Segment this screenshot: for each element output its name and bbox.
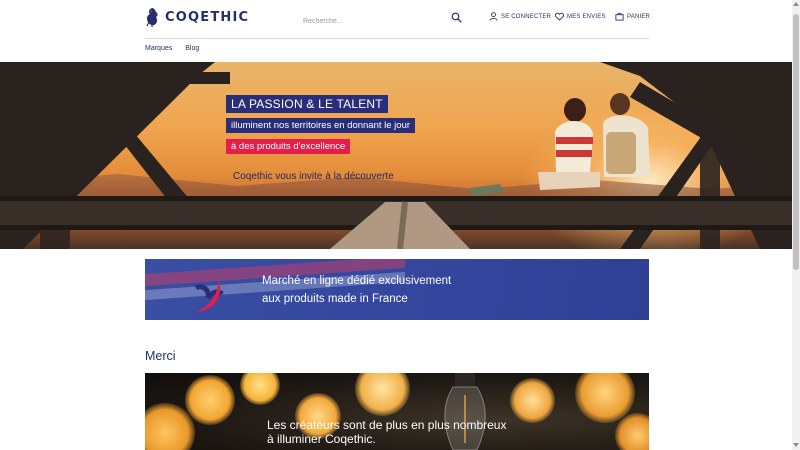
creators-line-1: Les créateurs sont de plus en plus nombr… bbox=[267, 418, 507, 432]
heart-icon bbox=[555, 12, 564, 21]
main-nav: Marques Blog bbox=[145, 45, 199, 52]
hero-title: LA PASSION & LE TALENT bbox=[226, 95, 388, 113]
login-link[interactable]: Se connecter bbox=[489, 12, 551, 21]
logo-text: COQETHIC bbox=[165, 9, 250, 25]
bokeh-light bbox=[355, 373, 410, 416]
logo[interactable]: COQETHIC bbox=[145, 7, 249, 27]
banner-line-1: Marché en ligne dédié exclusivement bbox=[262, 275, 452, 287]
hero-subtitle: Coqethic vous invite à la découverte bbox=[233, 171, 394, 182]
cart-link[interactable]: Panier bbox=[615, 12, 650, 21]
rooster-logo-icon bbox=[146, 8, 158, 27]
creators-line-2: à illuminer Coqethic. bbox=[267, 432, 376, 446]
wishlist-link[interactable]: Mes envies bbox=[555, 12, 606, 21]
search-input[interactable] bbox=[303, 12, 466, 31]
bokeh-light bbox=[510, 378, 555, 423]
scrollbar-thumb[interactable] bbox=[793, 14, 799, 270]
scroll-up-arrow-icon[interactable] bbox=[793, 2, 799, 6]
search-box[interactable] bbox=[303, 10, 466, 31]
site-header: COQETHIC Se connecter Mes envies Panier … bbox=[0, 0, 792, 62]
bokeh-light bbox=[185, 375, 235, 425]
coqethic-emblem-icon bbox=[194, 280, 224, 312]
banner-line-2: aux produits made in France bbox=[262, 293, 408, 305]
nav-item-marques[interactable]: Marques bbox=[145, 45, 172, 52]
bridge-structure bbox=[0, 62, 792, 249]
cart-label: Panier bbox=[627, 13, 651, 20]
search-icon[interactable] bbox=[451, 12, 462, 23]
hero-line-2: illuminent nos territoires en donnant le… bbox=[226, 118, 416, 133]
header-divider bbox=[145, 38, 649, 39]
section-title: Merci bbox=[145, 349, 176, 363]
banner-text: Marché en ligne dédié exclusivement aux … bbox=[262, 272, 542, 308]
login-label: Se connecter bbox=[501, 13, 552, 20]
cart-icon bbox=[615, 12, 624, 21]
hero-banner[interactable]: LA PASSION & LE TALENT illuminent nos te… bbox=[0, 62, 792, 249]
scroll-down-arrow-icon[interactable] bbox=[793, 443, 799, 447]
wishlist-label: Mes envies bbox=[567, 13, 606, 20]
hero-line-3: à des produits d'excellence bbox=[226, 139, 351, 154]
user-icon bbox=[489, 12, 498, 21]
creators-text: Les créateurs sont de plus en plus nombr… bbox=[267, 418, 567, 446]
nav-item-blog[interactable]: Blog bbox=[185, 45, 199, 52]
bokeh-light bbox=[240, 373, 280, 405]
